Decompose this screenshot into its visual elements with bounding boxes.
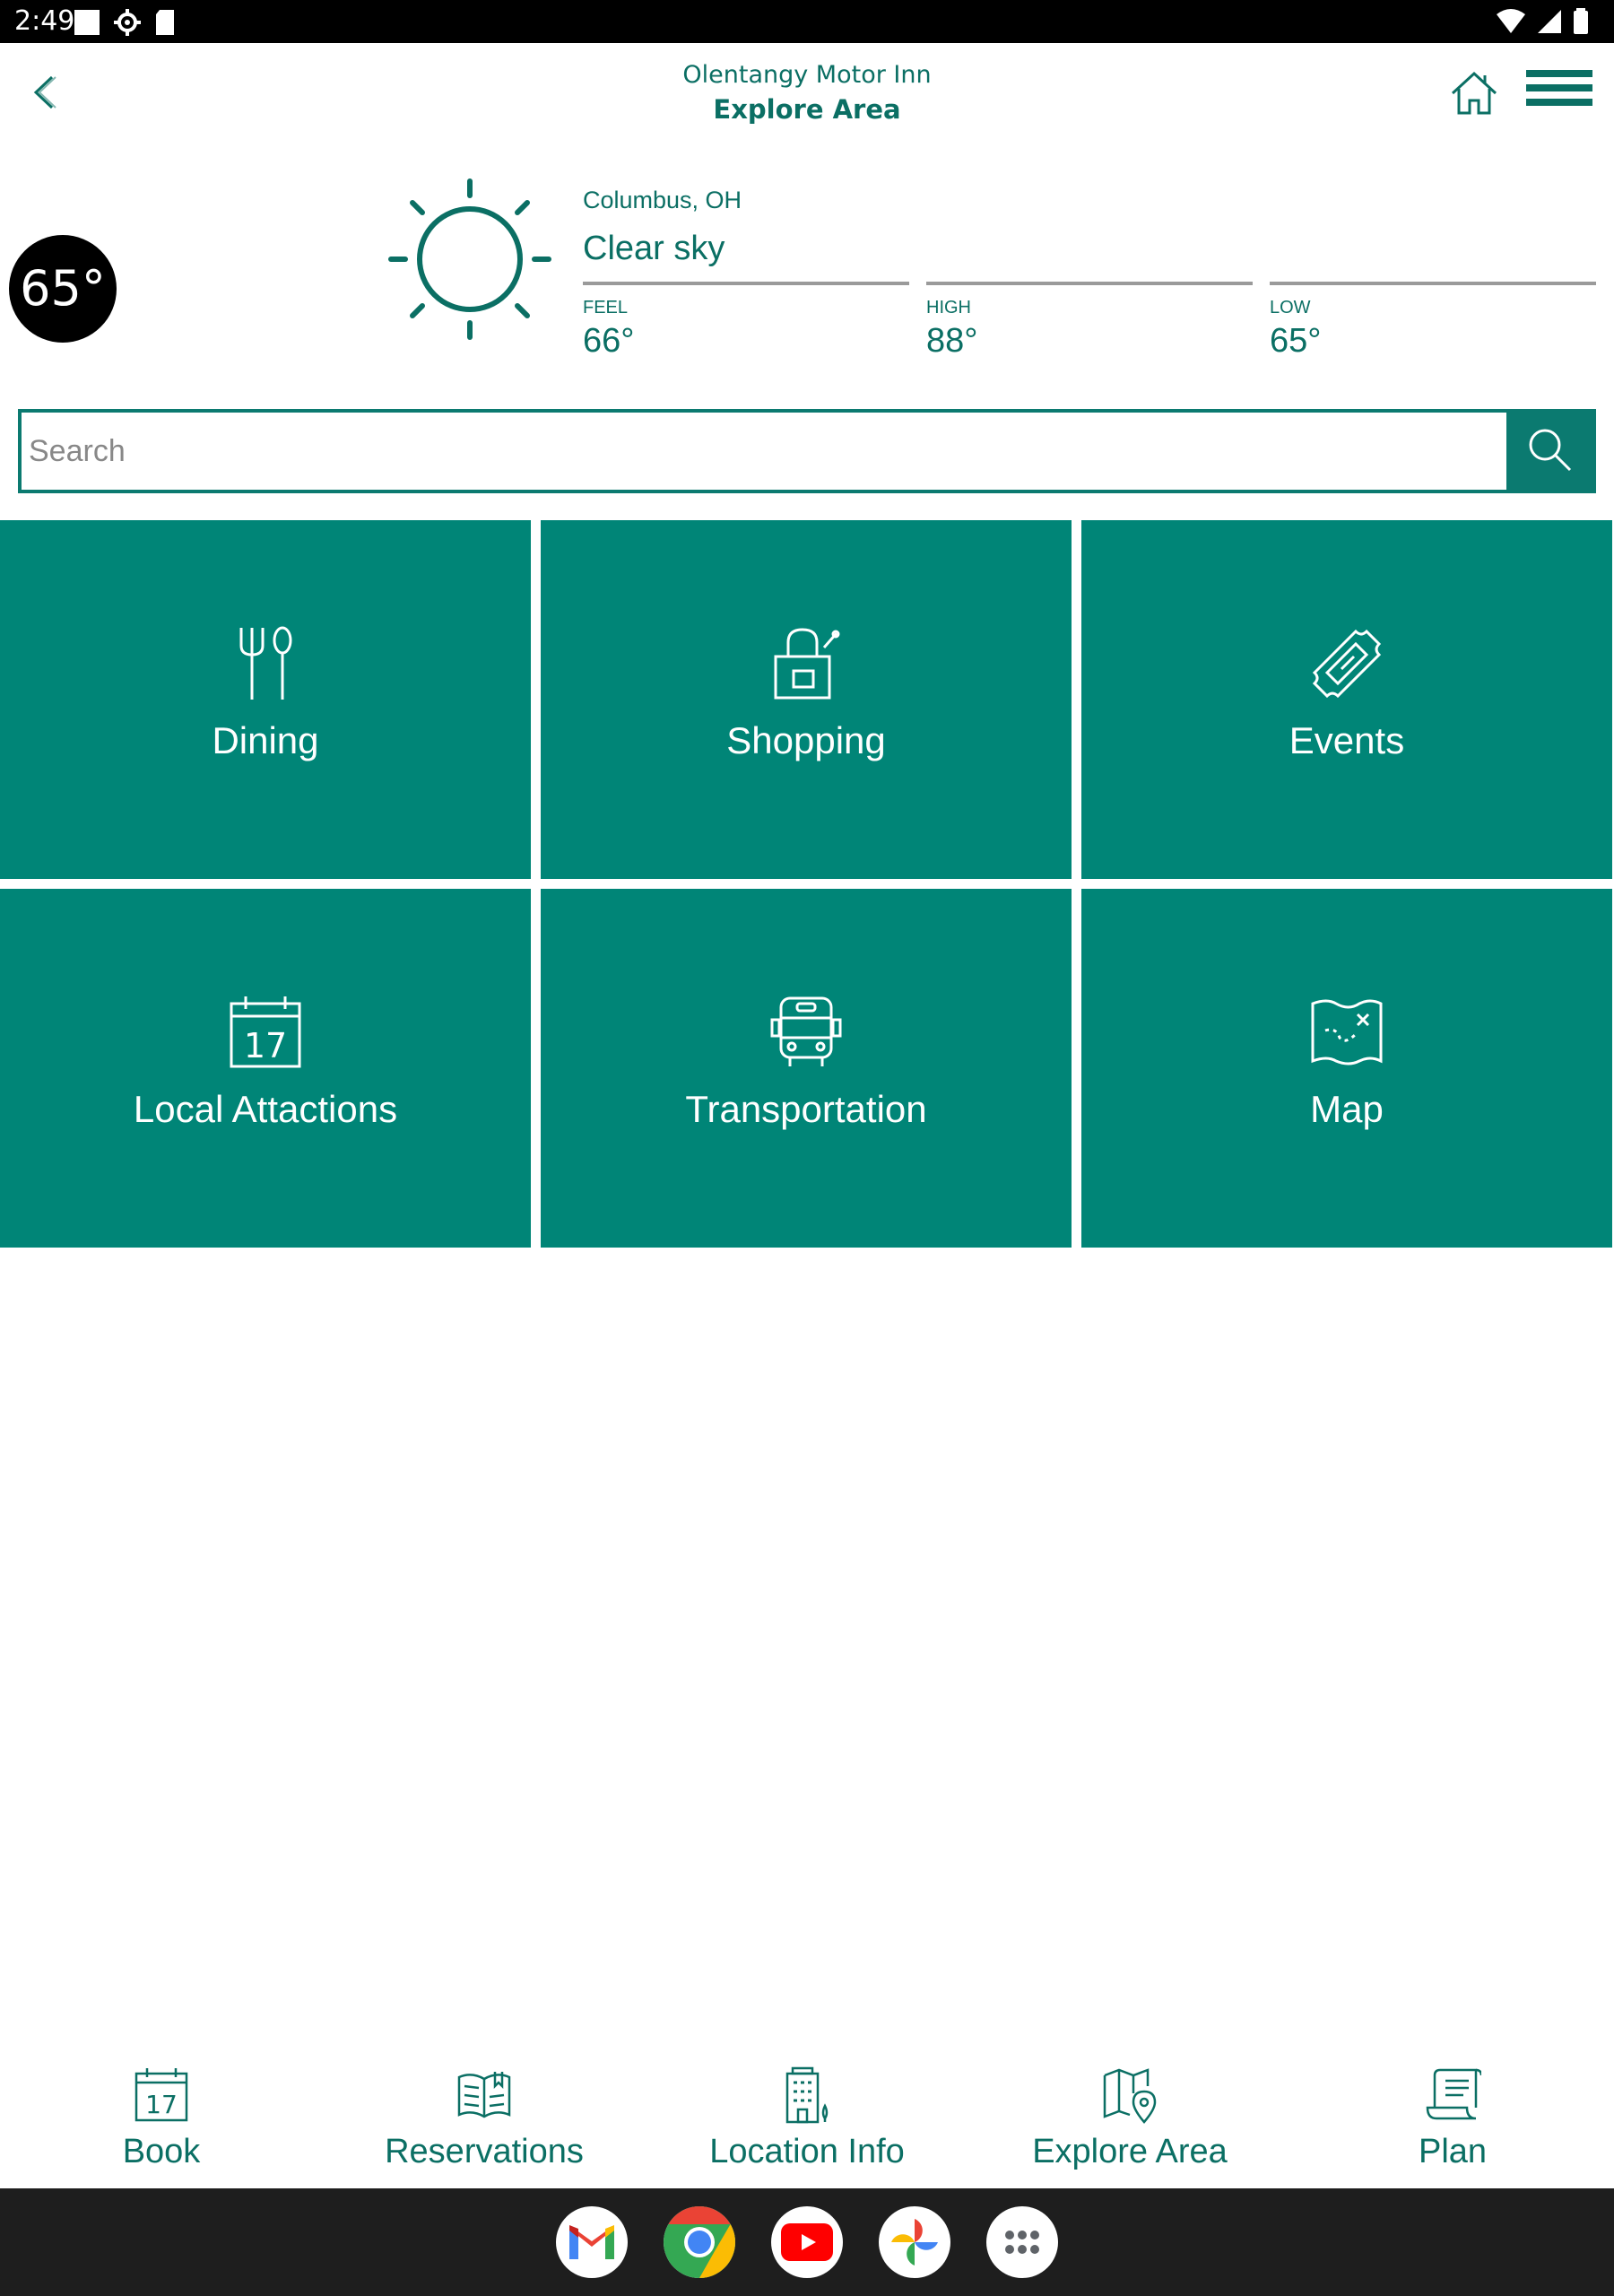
chrome-icon[interactable] (664, 2206, 735, 2278)
search-bar (18, 409, 1596, 493)
nav-item-location-info[interactable]: Location Info (672, 2059, 941, 2188)
search-button[interactable] (1506, 413, 1592, 490)
menu-line (1526, 99, 1592, 106)
photos-icon[interactable] (879, 2206, 950, 2278)
menu-line (1526, 84, 1592, 91)
youtube-icon[interactable] (771, 2206, 843, 2278)
high-block: HIGH 88° (926, 282, 1253, 361)
weather-city: Columbus, OH (583, 187, 742, 213)
feel-value: 66° (583, 322, 635, 360)
sun-icon (384, 176, 556, 343)
open-book-icon (350, 2066, 619, 2127)
tile-label: Dining (212, 719, 319, 761)
shopping-bag-icon (541, 626, 1072, 707)
nav-label: Book (122, 2133, 201, 2170)
fork-spoon-icon (0, 626, 531, 707)
nav-label: Plan (1418, 2133, 1488, 2170)
search-input[interactable] (22, 413, 1506, 490)
app-drawer-icon[interactable] (986, 2206, 1058, 2278)
nav-label: Reservations (385, 2133, 584, 2170)
menu-button[interactable] (1526, 70, 1592, 122)
map-pin-icon (995, 2066, 1264, 2127)
feel-label: FEEL (583, 298, 629, 317)
tile-local-attractions[interactable]: 17 Local Attactions (0, 889, 531, 1248)
high-label: HIGH (926, 298, 971, 317)
svg-text:17: 17 (145, 2090, 178, 2119)
bus-icon (541, 995, 1072, 1075)
nav-item-plan[interactable]: Plan (1318, 2059, 1587, 2188)
tile-shopping[interactable]: Shopping (541, 520, 1072, 879)
notification-square-icon (74, 9, 100, 39)
tile-label: Local Attactions (133, 1088, 398, 1130)
system-dock (0, 2188, 1614, 2296)
status-left-icons (74, 8, 176, 40)
nav-item-reservations[interactable]: Reservations (350, 2059, 619, 2188)
tile-dining[interactable]: Dining (0, 520, 531, 879)
map-icon (1081, 995, 1612, 1075)
bottom-nav: 17 Book Reservations Location Info Explo… (0, 2059, 1614, 2188)
scroll-icon (1318, 2066, 1587, 2127)
status-time: 2:49 (14, 5, 75, 37)
ticket-icon (1081, 626, 1612, 707)
battery-icon (1573, 8, 1589, 39)
tile-transportation[interactable]: Transportation (541, 889, 1072, 1248)
feel-block: FEEL 66° (583, 282, 909, 361)
gmail-icon[interactable] (556, 2206, 628, 2278)
low-value: 65° (1270, 322, 1322, 360)
settings-gear-icon (113, 8, 142, 40)
sd-card-icon (154, 9, 176, 39)
status-bar: 2:49 (0, 0, 1614, 43)
tile-label: Shopping (726, 719, 886, 761)
tile-label: Transportation (685, 1088, 927, 1130)
home-icon (1449, 71, 1499, 122)
nav-label: Location Info (709, 2133, 905, 2170)
menu-line (1526, 70, 1592, 77)
header-titles: Olentangy Motor Inn Explore Area (0, 61, 1614, 125)
status-right-icons (1496, 8, 1589, 39)
high-value: 88° (926, 322, 978, 360)
page-title: Explore Area (713, 94, 901, 125)
weather-condition: Clear sky (583, 230, 725, 267)
calendar-icon: 17 (0, 995, 531, 1075)
nav-item-explore-area[interactable]: Explore Area (995, 2059, 1264, 2188)
search-icon (1525, 425, 1574, 477)
hotel-name: Olentangy Motor Inn (682, 61, 932, 89)
home-button[interactable] (1449, 68, 1499, 118)
app-header: Olentangy Motor Inn Explore Area (0, 43, 1614, 142)
svg-text:17: 17 (244, 1026, 287, 1065)
wifi-icon (1496, 9, 1526, 38)
tile-events[interactable]: Events (1081, 520, 1612, 879)
tile-map[interactable]: Map (1081, 889, 1612, 1248)
cell-signal-icon (1537, 9, 1562, 38)
low-block: LOW 65° (1270, 282, 1596, 361)
calendar-icon: 17 (27, 2066, 296, 2127)
building-icon (672, 2066, 941, 2127)
tile-label: Map (1310, 1088, 1384, 1130)
tile-label: Events (1289, 719, 1405, 761)
low-label: LOW (1270, 298, 1311, 317)
current-temperature: 65° (9, 235, 117, 343)
nav-label: Explore Area (1032, 2133, 1228, 2170)
nav-item-book[interactable]: 17 Book (27, 2059, 296, 2188)
